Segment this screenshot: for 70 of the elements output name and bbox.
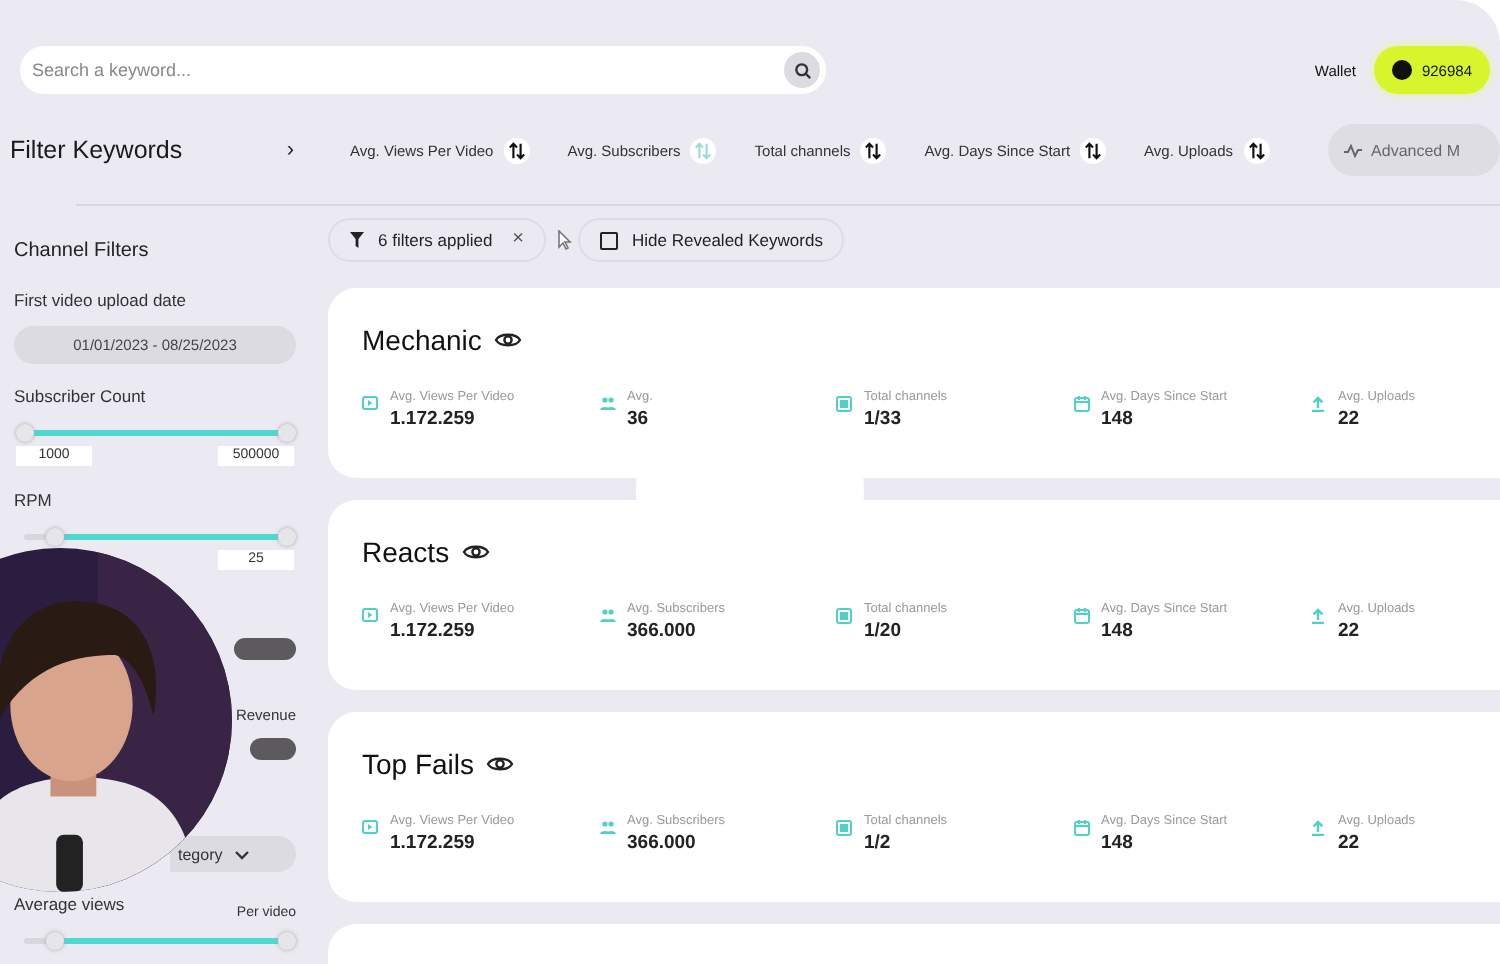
stat-value: 1/20 [864,620,903,642]
select-field[interactable] [250,738,296,760]
video-icon [362,396,378,410]
upload-icon [1310,608,1326,624]
keyword-title: Mechanic [362,324,482,356]
advanced-button[interactable]: Advanced M [1327,124,1500,176]
slider-thumb[interactable] [15,424,33,442]
cursor-icon [558,230,573,250]
select-field[interactable] [234,638,296,660]
stat-value: 1/2 [864,832,893,854]
hide-revealed-toggle[interactable]: Hide Revealed Keywords [578,218,845,262]
sort-icon [864,141,883,159]
filter-label: Average views [14,894,125,914]
stat-value: 366.000 [627,832,698,854]
stat-value: 148 [1101,832,1135,854]
eye-icon[interactable] [486,754,515,774]
stat-value: 22 [1338,832,1362,854]
keyword-title: Reacts [362,536,450,568]
stat-value: 148 [1101,620,1135,642]
calendar-icon [1073,608,1089,624]
coin-icon [1391,60,1412,80]
sort-icon [1247,141,1266,159]
checkbox[interactable] [600,231,619,249]
search-icon [793,61,811,79]
eye-icon[interactable] [493,330,522,350]
sort-icon [507,141,526,159]
stat-value: 22 [1338,620,1362,642]
filter-label: Subscriber Count [14,386,148,406]
search-field[interactable]: Search a keyword... [20,46,826,94]
eye-icon[interactable] [461,542,490,562]
category-dropdown[interactable]: tegory [170,836,296,872]
screen-icon [836,396,852,412]
filter-icon [350,232,364,248]
slider-thumb[interactable] [46,528,65,546]
calendar-icon [1073,820,1089,836]
screen-icon [836,820,852,836]
keyword-title: Top Fails [362,748,475,780]
section-heading: Channel Filters [14,240,151,262]
calendar-icon [1073,396,1089,412]
sort-icon [694,141,713,159]
slider-thumb[interactable] [46,932,65,950]
people-icon [599,608,615,622]
clear-filters-button[interactable]: × [512,230,525,250]
filters-applied-chip[interactable]: 6 filters applied × [328,218,547,262]
chevron-down-icon [234,849,251,859]
slider-thumb[interactable] [277,528,295,546]
stat-value: 1.172.259 [390,408,477,430]
screen-icon [836,608,852,624]
video-icon [362,820,378,834]
upload-icon [1310,820,1326,836]
page-title: Filter Keywords [10,136,185,164]
upload-icon [1310,396,1326,412]
slider-thumb[interactable] [277,424,295,442]
stat-value: 366.000 [627,620,698,642]
stat-value: 36 [627,408,651,430]
activity-icon [1343,143,1362,157]
stat-value: 22 [1338,408,1362,430]
people-icon [599,820,615,834]
range-slider[interactable] [14,424,296,442]
stat-value: 1.172.259 [390,832,477,854]
filter-label: First video upload date [14,290,188,310]
sort-icon [1084,141,1103,159]
stat-value: 148 [1101,408,1135,430]
video-icon [362,608,378,622]
expand-button[interactable]: › [286,138,350,162]
filter-label: RPM [14,490,54,510]
slider-thumb[interactable] [277,932,295,950]
stat-value: 1/33 [864,408,903,430]
people-icon [599,396,615,410]
stat-value: 1.172.259 [390,620,477,642]
